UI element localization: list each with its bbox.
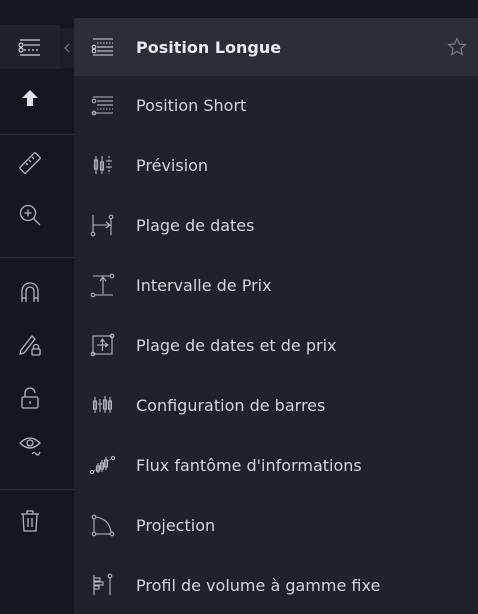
menu-item-label: Prévision <box>136 155 209 175</box>
ghost-feed-icon <box>86 448 120 482</box>
menu-item-ghost-feed[interactable]: Flux fantôme d'informations <box>74 436 478 494</box>
prediction-tools-menu: Position Longue Position Short Prévision… <box>74 18 478 614</box>
magnet-button[interactable] <box>0 270 60 314</box>
prediction-tools-icon <box>18 39 40 56</box>
menu-item-label: Plage de dates <box>136 215 255 235</box>
unlock-icon <box>21 387 39 409</box>
arrow-up-icon <box>22 90 38 106</box>
toolbar-divider <box>0 489 74 490</box>
fixed-range-volume-profile-icon <box>86 568 120 602</box>
lock-drawing-icon <box>19 335 41 356</box>
menu-item-label: Projection <box>136 515 216 535</box>
hide-drawings-button[interactable] <box>0 423 60 467</box>
left-toolbar <box>0 0 74 614</box>
price-range-icon <box>86 268 120 302</box>
chevron-left-icon <box>64 43 70 53</box>
toolbar-divider <box>0 257 74 258</box>
menu-item-date-price-range[interactable]: Plage de dates et de prix <box>74 316 478 374</box>
forecast-icon <box>86 148 120 182</box>
expand-caret[interactable] <box>60 28 74 68</box>
long-position-icon <box>86 30 120 64</box>
menu-item-long-position[interactable]: Position Longue <box>74 18 478 76</box>
menu-item-label: Flux fantôme d'informations <box>136 455 362 475</box>
unlock-button[interactable] <box>0 376 60 420</box>
bars-pattern-icon <box>86 388 120 422</box>
trash-icon <box>21 510 39 532</box>
projection-icon <box>86 508 120 542</box>
date-price-range-icon <box>86 328 120 362</box>
magnet-icon <box>21 282 39 302</box>
menu-item-label: Position Short <box>136 95 247 115</box>
menu-item-fixed-range-volume-profile[interactable]: Profil de volume à gamme fixe <box>74 556 478 614</box>
date-range-icon <box>86 208 120 242</box>
short-position-icon <box>86 88 120 122</box>
menu-item-date-range[interactable]: Plage de dates <box>74 196 478 254</box>
cursor-arrow-button[interactable] <box>0 76 60 120</box>
toolbar-divider <box>0 134 74 135</box>
menu-item-label: Intervalle de Prix <box>136 275 272 295</box>
menu-item-bars-pattern[interactable]: Configuration de barres <box>74 376 478 434</box>
menu-item-projection[interactable]: Projection <box>74 496 478 554</box>
menu-item-label: Position Longue <box>136 37 282 57</box>
remove-drawings-button[interactable] <box>0 499 60 543</box>
menu-item-price-range[interactable]: Intervalle de Prix <box>74 256 478 314</box>
menu-item-forecast[interactable]: Prévision <box>74 136 478 194</box>
prediction-tools-button[interactable] <box>0 25 60 69</box>
menu-item-short-position[interactable]: Position Short <box>74 76 478 134</box>
star-icon[interactable] <box>446 36 468 58</box>
ruler-icon <box>19 152 41 174</box>
zoom-in-icon <box>19 204 41 226</box>
menu-item-label: Configuration de barres <box>136 395 326 415</box>
ruler-button[interactable] <box>0 141 60 185</box>
chart-top-strip <box>82 0 478 6</box>
eye-icon <box>19 437 41 456</box>
menu-item-label: Profil de volume à gamme fixe <box>136 575 381 595</box>
zoom-in-button[interactable] <box>0 193 60 237</box>
lock-drawings-button[interactable] <box>0 323 60 367</box>
menu-item-label: Plage de dates et de prix <box>136 335 337 355</box>
